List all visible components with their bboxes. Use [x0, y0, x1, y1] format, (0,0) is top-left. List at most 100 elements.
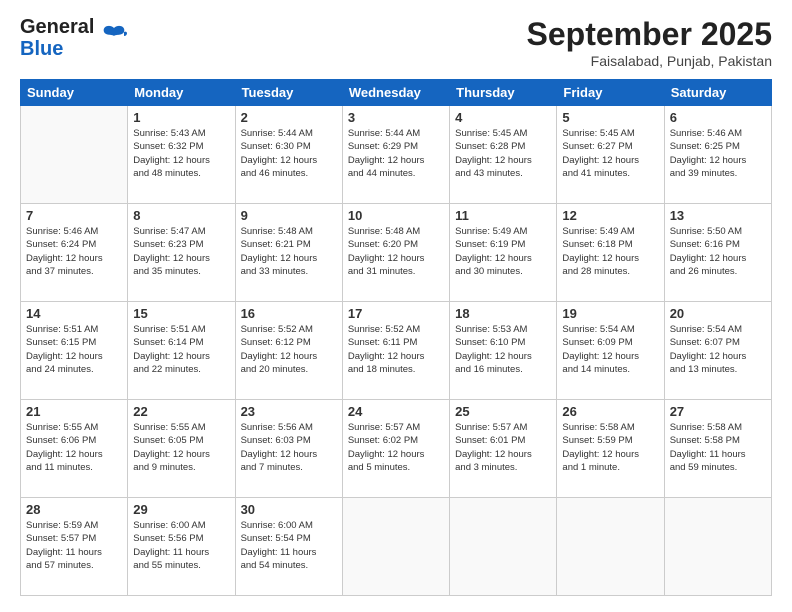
day-number: 20 [670, 306, 766, 321]
cell-info: Sunrise: 5:43 AM Sunset: 6:32 PM Dayligh… [133, 127, 229, 180]
calendar-cell: 30 Sunrise: 6:00 AM Sunset: 5:54 PM Dayli… [235, 498, 342, 596]
calendar-cell: 2 Sunrise: 5:44 AM Sunset: 6:30 PM Daylig… [235, 106, 342, 204]
cell-info: Sunrise: 6:00 AM Sunset: 5:56 PM Dayligh… [133, 519, 229, 572]
calendar-cell [21, 106, 128, 204]
cell-info: Sunrise: 5:57 AM Sunset: 6:01 PM Dayligh… [455, 421, 551, 474]
calendar-table: Sunday Monday Tuesday Wednesday Thursday… [20, 79, 772, 596]
calendar-cell: 28Sunrise: 5:59 AM Sunset: 5:57 PM Dayli… [21, 498, 128, 596]
day-number: 2 [241, 110, 337, 125]
calendar-cell: 11Sunrise: 5:49 AM Sunset: 6:19 PM Dayli… [450, 204, 557, 302]
calendar-cell: 12Sunrise: 5:49 AM Sunset: 6:18 PM Dayli… [557, 204, 664, 302]
calendar-week-row: 21 Sunrise: 5:55 AM Sunset: 6:06 PM Dayli… [21, 400, 772, 498]
day-number: 8 [133, 208, 229, 223]
day-number: 13 [670, 208, 766, 223]
calendar-cell [664, 498, 771, 596]
day-number: 3 [348, 110, 444, 125]
logo-bird-icon [100, 22, 128, 50]
calendar-header-row: Sunday Monday Tuesday Wednesday Thursday… [21, 80, 772, 106]
month-title: September 2025 [527, 16, 772, 53]
day-number: 21 [26, 404, 122, 419]
cell-info: Sunrise: 5:51 AM Sunset: 6:15 PM Dayligh… [26, 323, 122, 376]
cell-info: Sunrise: 5:52 AM Sunset: 6:12 PM Dayligh… [241, 323, 337, 376]
header-sunday: Sunday [21, 80, 128, 106]
day-number: 19 [562, 306, 658, 321]
calendar-cell: 16 Sunrise: 5:52 AM Sunset: 6:12 PM Dayli… [235, 302, 342, 400]
day-number: 18 [455, 306, 551, 321]
calendar-cell: 26Sunrise: 5:58 AM Sunset: 5:59 PM Dayli… [557, 400, 664, 498]
cell-info: Sunrise: 5:45 AM Sunset: 6:27 PM Dayligh… [562, 127, 658, 180]
calendar-cell: 27Sunrise: 5:58 AM Sunset: 5:58 PM Dayli… [664, 400, 771, 498]
page: General Blue September 2025 Faisalabad, … [0, 0, 792, 612]
day-number: 17 [348, 306, 444, 321]
cell-info: Sunrise: 5:50 AM Sunset: 6:16 PM Dayligh… [670, 225, 766, 278]
cell-info: Sunrise: 5:51 AM Sunset: 6:14 PM Dayligh… [133, 323, 229, 376]
calendar-cell [557, 498, 664, 596]
day-number: 10 [348, 208, 444, 223]
day-number: 30 [241, 502, 337, 517]
cell-info: Sunrise: 5:47 AM Sunset: 6:23 PM Dayligh… [133, 225, 229, 278]
day-number: 22 [133, 404, 229, 419]
calendar-cell: 17 Sunrise: 5:52 AM Sunset: 6:11 PM Dayli… [342, 302, 449, 400]
calendar-cell [450, 498, 557, 596]
cell-info: Sunrise: 5:52 AM Sunset: 6:11 PM Dayligh… [348, 323, 444, 376]
calendar-cell: 13 Sunrise: 5:50 AM Sunset: 6:16 PM Dayli… [664, 204, 771, 302]
calendar-cell: 22 Sunrise: 5:55 AM Sunset: 6:05 PM Dayli… [128, 400, 235, 498]
calendar-week-row: 7Sunrise: 5:46 AM Sunset: 6:24 PM Daylig… [21, 204, 772, 302]
header-friday: Friday [557, 80, 664, 106]
cell-info: Sunrise: 5:53 AM Sunset: 6:10 PM Dayligh… [455, 323, 551, 376]
cell-info: Sunrise: 5:44 AM Sunset: 6:29 PM Dayligh… [348, 127, 444, 180]
calendar-cell: 20Sunrise: 5:54 AM Sunset: 6:07 PM Dayli… [664, 302, 771, 400]
logo-blue: Blue [20, 38, 94, 60]
cell-info: Sunrise: 5:48 AM Sunset: 6:20 PM Dayligh… [348, 225, 444, 278]
header-thursday: Thursday [450, 80, 557, 106]
day-number: 4 [455, 110, 551, 125]
cell-info: Sunrise: 6:00 AM Sunset: 5:54 PM Dayligh… [241, 519, 337, 572]
day-number: 16 [241, 306, 337, 321]
title-section: September 2025 Faisalabad, Punjab, Pakis… [527, 16, 772, 69]
calendar-cell: 6 Sunrise: 5:46 AM Sunset: 6:25 PM Daylig… [664, 106, 771, 204]
day-number: 11 [455, 208, 551, 223]
calendar-week-row: 1 Sunrise: 5:43 AM Sunset: 6:32 PM Daylig… [21, 106, 772, 204]
calendar-cell: 1 Sunrise: 5:43 AM Sunset: 6:32 PM Daylig… [128, 106, 235, 204]
day-number: 23 [241, 404, 337, 419]
day-number: 5 [562, 110, 658, 125]
cell-info: Sunrise: 5:55 AM Sunset: 6:06 PM Dayligh… [26, 421, 122, 474]
day-number: 28 [26, 502, 122, 517]
calendar-week-row: 28Sunrise: 5:59 AM Sunset: 5:57 PM Dayli… [21, 498, 772, 596]
day-number: 15 [133, 306, 229, 321]
logo: General Blue [20, 16, 128, 60]
subtitle: Faisalabad, Punjab, Pakistan [527, 53, 772, 69]
day-number: 24 [348, 404, 444, 419]
logo-general: General [20, 16, 94, 38]
cell-info: Sunrise: 5:58 AM Sunset: 5:58 PM Dayligh… [670, 421, 766, 474]
calendar-cell: 24 Sunrise: 5:57 AM Sunset: 6:02 PM Dayli… [342, 400, 449, 498]
calendar-cell: 15 Sunrise: 5:51 AM Sunset: 6:14 PM Dayli… [128, 302, 235, 400]
calendar-cell: 23 Sunrise: 5:56 AM Sunset: 6:03 PM Dayli… [235, 400, 342, 498]
day-number: 6 [670, 110, 766, 125]
header-tuesday: Tuesday [235, 80, 342, 106]
calendar-cell: 7Sunrise: 5:46 AM Sunset: 6:24 PM Daylig… [21, 204, 128, 302]
cell-info: Sunrise: 5:49 AM Sunset: 6:18 PM Dayligh… [562, 225, 658, 278]
cell-info: Sunrise: 5:46 AM Sunset: 6:25 PM Dayligh… [670, 127, 766, 180]
calendar-cell: 4 Sunrise: 5:45 AM Sunset: 6:28 PM Daylig… [450, 106, 557, 204]
calendar-cell: 9Sunrise: 5:48 AM Sunset: 6:21 PM Daylig… [235, 204, 342, 302]
calendar-cell: 21 Sunrise: 5:55 AM Sunset: 6:06 PM Dayli… [21, 400, 128, 498]
header: General Blue September 2025 Faisalabad, … [20, 16, 772, 69]
cell-info: Sunrise: 5:46 AM Sunset: 6:24 PM Dayligh… [26, 225, 122, 278]
cell-info: Sunrise: 5:57 AM Sunset: 6:02 PM Dayligh… [348, 421, 444, 474]
day-number: 29 [133, 502, 229, 517]
cell-info: Sunrise: 5:45 AM Sunset: 6:28 PM Dayligh… [455, 127, 551, 180]
header-wednesday: Wednesday [342, 80, 449, 106]
day-number: 1 [133, 110, 229, 125]
cell-info: Sunrise: 5:58 AM Sunset: 5:59 PM Dayligh… [562, 421, 658, 474]
calendar-cell: 8 Sunrise: 5:47 AM Sunset: 6:23 PM Daylig… [128, 204, 235, 302]
day-number: 9 [241, 208, 337, 223]
header-saturday: Saturday [664, 80, 771, 106]
calendar-cell: 3 Sunrise: 5:44 AM Sunset: 6:29 PM Daylig… [342, 106, 449, 204]
cell-info: Sunrise: 5:54 AM Sunset: 6:09 PM Dayligh… [562, 323, 658, 376]
cell-info: Sunrise: 5:55 AM Sunset: 6:05 PM Dayligh… [133, 421, 229, 474]
calendar-cell: 19 Sunrise: 5:54 AM Sunset: 6:09 PM Dayli… [557, 302, 664, 400]
cell-info: Sunrise: 5:44 AM Sunset: 6:30 PM Dayligh… [241, 127, 337, 180]
calendar-week-row: 14Sunrise: 5:51 AM Sunset: 6:15 PM Dayli… [21, 302, 772, 400]
cell-info: Sunrise: 5:56 AM Sunset: 6:03 PM Dayligh… [241, 421, 337, 474]
